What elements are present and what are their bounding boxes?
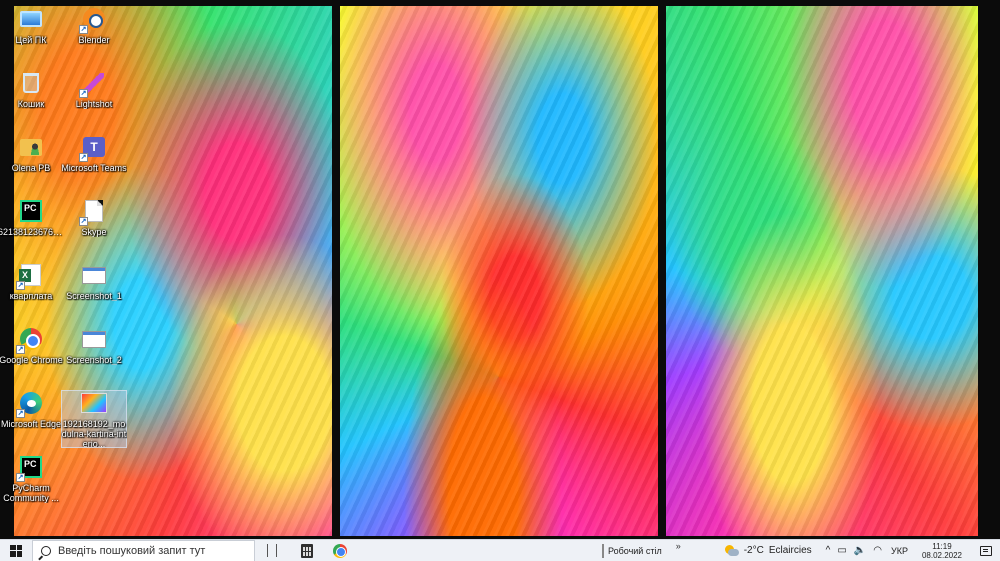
clock-date: 08.02.2022	[921, 550, 962, 560]
this-pc-icon	[18, 6, 44, 32]
start-button[interactable]	[0, 540, 32, 561]
wallpaper-panel-right	[666, 6, 978, 536]
input-language-indicator[interactable]: УКР	[891, 546, 908, 556]
task-view-icon	[267, 544, 277, 557]
desktop-toolbar-label: Робочий стіл	[608, 545, 662, 556]
edge-icon: ↗	[16, 390, 44, 418]
desktop-icon-screenshot-2[interactable]: Screenshot_2	[61, 326, 127, 365]
notification-center-button[interactable]	[972, 545, 1000, 556]
weather-condition: Eclaircies	[768, 545, 812, 556]
search-input[interactable]	[58, 544, 243, 557]
system-tray: ^ ▭ 🔈 ◠ УКР	[826, 545, 908, 556]
recycle-bin-icon	[18, 70, 44, 96]
taskbar-clock[interactable]: 11:19 08.02.2022	[922, 542, 962, 560]
desktop-wallpaper: Цей ПК Кошик Olena PB PC 621381236763...…	[0, 0, 1000, 539]
shortcut-arrow-icon: ↗	[79, 217, 88, 226]
weather-temperature: -2°C	[743, 545, 764, 556]
search-icon	[41, 545, 51, 556]
chrome-icon: ↗	[16, 326, 44, 354]
image-file-icon	[81, 391, 107, 416]
document-icon: ↗	[79, 198, 107, 226]
task-view-button[interactable]	[255, 540, 289, 561]
desktop-icon-label: Microsoft Teams	[61, 163, 127, 173]
desktop-icon-pycharm-community[interactable]: PC ↗ PyCharm Community ...	[0, 454, 64, 503]
desktop-icon-label: Microsoft Edge	[0, 419, 62, 429]
desktop-icon-label: Screenshot_2	[66, 355, 122, 365]
taskbar-search-box[interactable]	[32, 539, 255, 561]
desktop-icon-modulna-kartina[interactable]: 192168192_mo dulna-kartina-int erio...	[61, 390, 127, 448]
shortcut-arrow-icon: ↗	[79, 153, 88, 162]
desktop-icon-label: кварплата	[9, 291, 53, 301]
desktop-icon-google-chrome[interactable]: ↗ Google Chrome	[0, 326, 64, 365]
weather-widget[interactable]: -2°C Eclaircies	[724, 544, 812, 557]
notifications-icon	[980, 545, 992, 556]
desktop-icon-label: 192168192_mo dulna-kartina-int erio...	[61, 418, 127, 447]
shortcut-arrow-icon: ↗	[79, 89, 88, 98]
taskbar-app-chrome[interactable]	[325, 540, 355, 561]
desktop-icon-label: PyCharm Community ...	[3, 483, 59, 503]
teams-icon: T ↗	[79, 134, 107, 162]
shortcut-arrow-icon: ↗	[16, 281, 25, 290]
desktop-toolbar[interactable]: Робочий стіл »	[602, 541, 681, 558]
volume-icon[interactable]: 🔈	[854, 545, 866, 556]
desktop-icon-label: Lightshot	[75, 99, 113, 109]
lightshot-icon: ↗	[79, 70, 107, 98]
partly-sunny-icon	[724, 544, 739, 557]
battery-icon[interactable]: ▭	[837, 545, 846, 556]
desktop-icon-label: Цей ПК	[15, 35, 47, 45]
screenshot-file-icon	[81, 262, 107, 288]
pycharm-icon: PC	[18, 198, 44, 224]
excel-icon: ↗	[16, 262, 44, 290]
clock-time: 11:19	[932, 541, 952, 551]
desktop-icon-recycle-bin[interactable]: Кошик	[0, 70, 64, 109]
wifi-icon[interactable]: ◠	[873, 545, 882, 556]
desktop-icon-skype[interactable]: ↗ Skype	[61, 198, 127, 237]
desktop-icon-pycharm-project[interactable]: PC 621381236763...	[0, 198, 64, 237]
taskbar: Робочий стіл » -2°C Eclaircies ^ ▭ 🔈 ◠ У…	[0, 539, 1000, 561]
shortcut-arrow-icon: ↗	[16, 409, 25, 418]
desktop-icon-label: 621381236763...	[0, 227, 64, 237]
desktop-icon-label: Skype	[81, 227, 107, 237]
shortcut-arrow-icon: ↗	[16, 345, 25, 354]
desktop-icon-this-pc[interactable]: Цей ПК	[0, 6, 64, 45]
toolbar-chevron-icon[interactable]: »	[676, 541, 681, 551]
wallpaper-panel-center	[340, 6, 658, 536]
screenshot-file-icon	[81, 326, 107, 352]
blender-icon: ↗	[79, 6, 107, 34]
desktop-icon-label: Кошик	[17, 99, 45, 109]
windows-logo-icon	[10, 544, 22, 557]
desktop-icon-olena-pb[interactable]: Olena PB	[0, 134, 64, 173]
chrome-icon	[333, 543, 347, 558]
shortcut-arrow-icon: ↗	[79, 25, 88, 34]
taskbar-app-calculator[interactable]	[289, 540, 325, 561]
desktop-icon-label: Olena PB	[11, 163, 51, 173]
desktop-icon-label: Google Chrome	[0, 355, 63, 365]
show-hidden-icons-chevron-icon[interactable]: ^	[826, 545, 831, 556]
shortcut-arrow-icon: ↗	[16, 473, 25, 482]
desktop-icon-blender[interactable]: ↗ Blender	[61, 6, 127, 45]
pycharm-icon: PC ↗	[16, 454, 44, 482]
user-folder-icon	[18, 134, 44, 160]
calculator-icon	[301, 543, 313, 558]
desktop-icon-microsoft-edge[interactable]: ↗ Microsoft Edge	[0, 390, 64, 429]
desktop-icon-microsoft-teams[interactable]: T ↗ Microsoft Teams	[61, 134, 127, 173]
desktop-icon-lightshot[interactable]: ↗ Lightshot	[61, 70, 127, 109]
desktop-icon-screenshot-1[interactable]: Screenshot_1	[61, 262, 127, 301]
desktop-icon-kvarplata[interactable]: ↗ кварплата	[0, 262, 64, 301]
desktop-icon-label: Screenshot_1	[66, 291, 122, 301]
desktop-icon-label: Blender	[78, 35, 110, 45]
